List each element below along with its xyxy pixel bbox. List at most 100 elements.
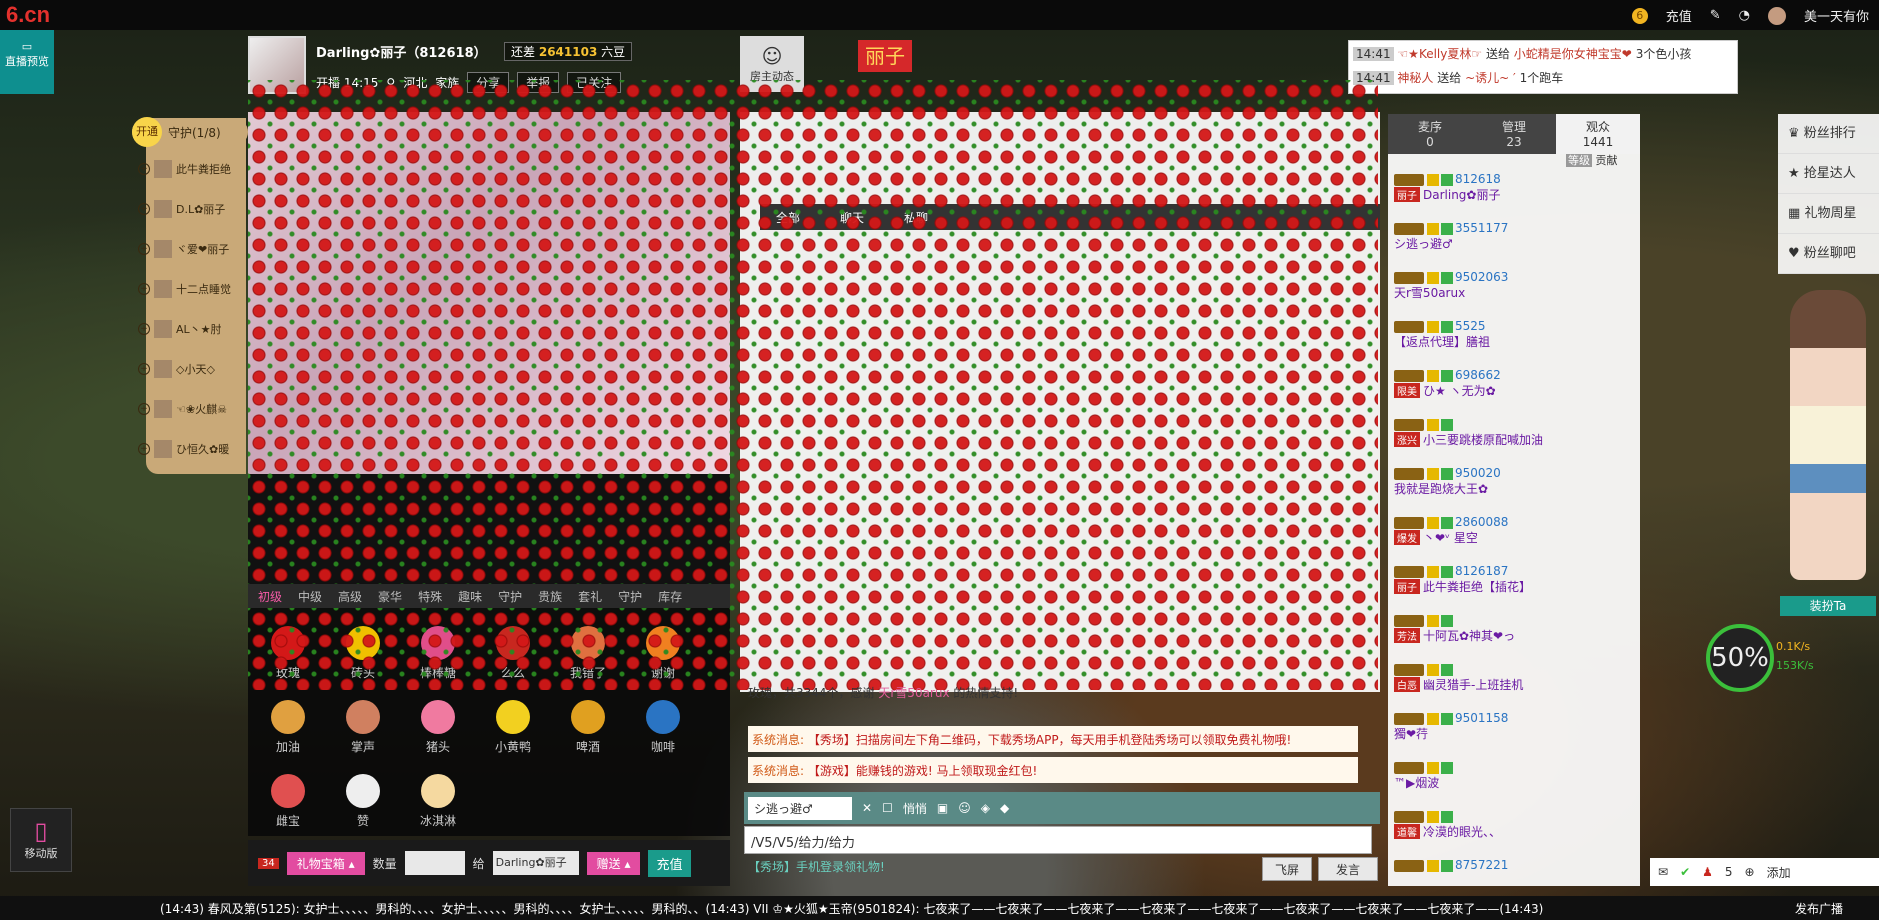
gift-tab[interactable]: 初级 [258,588,282,605]
vip-icon[interactable]: ◆ [1000,801,1009,815]
share-button[interactable]: 分享 [467,72,510,93]
tab-all[interactable]: 全部 [776,209,800,226]
plus-icon[interactable]: + [138,363,150,375]
mobile-version-button[interactable]: ▯ 移动版 [10,808,72,872]
publish-broadcast-button[interactable]: 发布广播 [1789,896,1879,920]
gift-item[interactable]: 冰淇淋 [408,774,468,829]
gift-item[interactable]: 么么 [483,626,543,681]
fan-rank-button[interactable]: ♛ 粉丝排行 [1778,114,1879,154]
user-item[interactable]: 2860088 爆发 丶❤ᵛ 星空 [1394,515,1634,546]
chat-input[interactable]: /V5/V5/给力/给力 [744,826,1372,854]
emoji-icon[interactable]: ☺ [958,801,971,815]
sort-contribution[interactable]: 贡献 [1596,154,1618,167]
user-item[interactable]: 涨兴 小三要跳楼原配喊加油 [1394,417,1634,448]
user-item[interactable]: 9502063 天r雪50arux [1394,270,1634,301]
mail-icon[interactable]: ✉ [1658,865,1668,879]
avatar-figure[interactable] [1790,290,1866,580]
guard-item[interactable]: + 十二点睡觉 [138,278,231,300]
sort-level[interactable]: 等级 [1566,154,1592,167]
user-item[interactable]: 698662 限美 ひ★ ヽ无为✿ [1394,368,1634,399]
star-grab-button[interactable]: ★ 抢星达人 [1778,154,1879,194]
guard-item[interactable]: + D.L✿丽子 [138,198,225,220]
follow-button[interactable]: 已关注 [567,72,622,93]
recharge-button[interactable]: 充值 [648,849,691,877]
gift-tab[interactable]: 豪华 [378,588,402,605]
vip-emoji-icon[interactable]: ◈ [981,801,990,815]
say-button[interactable]: 发言 [1318,857,1378,881]
plus-icon[interactable]: + [138,403,150,415]
user-item[interactable]: 3551177 シ逃っ避♂ [1394,221,1634,252]
gift-item[interactable]: 雌宝 [258,774,318,829]
user-item[interactable]: 芳法 十阿瓦✿神其❤っ [1394,613,1634,644]
gift-item[interactable]: 棒棒糖 [408,626,468,681]
fan-chat-button[interactable]: ♥ 粉丝聊吧 [1778,234,1879,274]
gift-item[interactable]: 加油 [258,700,318,755]
gift-item[interactable]: 掌声 [333,700,393,755]
recharge-link[interactable]: 充值 [1666,6,1692,25]
gift-tab[interactable]: 高级 [338,588,362,605]
plus-icon[interactable]: + [138,203,150,215]
quiet-checkbox[interactable]: ☐ [882,801,893,815]
user-avatar[interactable] [1767,6,1786,25]
tab-chat[interactable]: 聊天 [840,209,864,226]
add-icon[interactable]: ⊕ [1745,865,1755,879]
guard-item[interactable]: + 此牛粪拒绝 [138,158,231,180]
clear-target-icon[interactable]: ✕ [862,801,872,815]
tab-mic-queue[interactable]: 麦序 0 [1388,114,1472,154]
guard-item[interactable]: + ヾ爱❤丽子 [138,238,229,260]
gift-item[interactable]: 我错了 [558,626,618,681]
gift-item[interactable]: 猪头 [408,700,468,755]
toast-sender[interactable]: ☜★Kelly夏林☞ [1397,47,1482,61]
toast-sender[interactable]: 神秘人 [1397,71,1433,85]
send-gift-button[interactable]: 赠送 ▴ [586,851,641,875]
gift-tab[interactable]: 贵族 [538,588,562,605]
check-icon[interactable]: ✔ [1680,865,1690,879]
gift-tab[interactable]: 中级 [298,588,322,605]
recipient-select[interactable]: Darling✿丽子 [492,851,579,875]
chat-user[interactable]: 天r雪50arux [878,686,949,700]
video-player[interactable] [248,112,730,474]
gift-tab[interactable]: 守护 [498,588,522,605]
plus-icon[interactable]: + [138,283,150,295]
tab-admins[interactable]: 管理 23 [1472,114,1556,154]
system-text[interactable]: 【游戏】能赚钱的游戏! 马上领取现金红包! [808,764,1037,778]
gift-tab[interactable]: 特殊 [418,588,442,605]
notice-icon[interactable]: ◔ [1739,8,1750,23]
guard-item[interactable]: + ひ恒久✿暖 [138,438,229,460]
gift-tab[interactable]: 库存 [658,588,682,605]
site-logo[interactable]: 6.cn [6,2,50,28]
open-guard-button[interactable]: 开通 [132,117,162,147]
plus-icon[interactable]: + [138,243,150,255]
fly-screen-button[interactable]: 飞屏 [1262,857,1312,881]
host-news-button[interactable]: ☺ 房主动态 [740,36,804,92]
gift-week-button[interactable]: ▦ 礼物周星 [1778,194,1879,234]
plus-icon[interactable]: + [138,443,150,455]
user-item[interactable]: 白恶 幽灵猎手-上班挂机 [1394,662,1634,693]
username[interactable]: 美一天有你 [1804,6,1869,25]
user-item[interactable]: 812618 丽子 Darling✿丽子 [1394,172,1634,203]
report-button[interactable]: 举报 [517,72,560,93]
tab-private[interactable]: 私聊 [904,209,928,226]
guard-item[interactable]: + ◇小天◇ [138,358,215,380]
gift-item[interactable]: 玫瑰 [258,626,318,681]
gift-item[interactable]: 谢谢 [633,626,693,681]
gift-item[interactable]: 砖头 [333,626,393,681]
edit-icon[interactable]: ✎ [1710,8,1721,23]
dress-up-button[interactable]: 装扮Ta [1780,596,1876,616]
count-input[interactable] [404,851,465,875]
user-item[interactable]: 道馨 冷漠的眼光、、 [1394,809,1634,840]
gift-box-button[interactable]: 礼物宝箱 ▴ [286,851,365,875]
add-label[interactable]: 添加 [1767,864,1791,881]
gift-tab[interactable]: 守护 [618,588,642,605]
coin-icon[interactable]: 6 [1631,7,1648,24]
toast-receiver[interactable]: ~诱儿~ ′ [1465,71,1516,85]
anchor-avatar[interactable] [248,36,306,94]
user-item[interactable]: 950020 我就是跑烧大王✿ [1394,466,1634,497]
plus-icon[interactable]: + [138,163,150,175]
live-preview-button[interactable]: ▭ 直播预览 [0,30,54,94]
gift-item[interactable]: 小黄鸭 [483,700,543,755]
user-item[interactable]: ™▶烟波 [1394,760,1634,791]
guard-item[interactable]: + ☜❀火麒☠ [138,398,227,420]
mobile-hint[interactable]: 【秀场】手机登录领礼物! [748,858,885,875]
gift-item[interactable]: 啤酒 [558,700,618,755]
